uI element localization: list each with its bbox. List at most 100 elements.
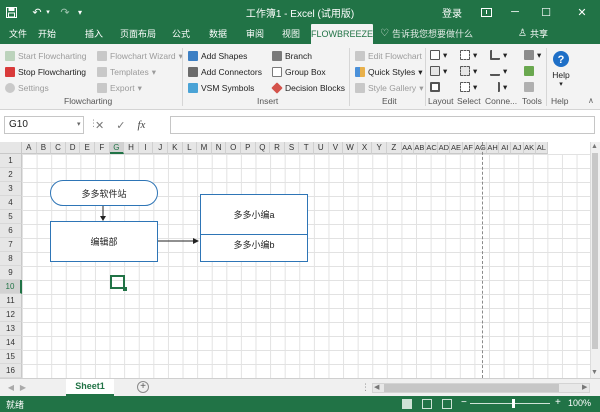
- sheet-tab-sheet1[interactable]: Sheet1: [66, 379, 114, 396]
- column-header-i[interactable]: I: [138, 142, 154, 154]
- column-header-ae[interactable]: AE: [450, 142, 463, 154]
- select-shapes-button[interactable]: ▾: [460, 64, 477, 78]
- column-header-e[interactable]: E: [80, 142, 95, 154]
- quick-styles-button[interactable]: Quick Styles ▾: [355, 65, 423, 79]
- column-header-ai[interactable]: AI: [499, 142, 512, 154]
- tab-flowbreeze[interactable]: FLOWBREEZE: [311, 24, 373, 44]
- undo-icon[interactable]: ↶: [30, 4, 44, 20]
- tab-home[interactable]: 开始: [33, 24, 61, 44]
- connector-arrow-right[interactable]: [158, 236, 201, 246]
- tab-data[interactable]: 数据: [204, 24, 232, 44]
- chevron-down-icon[interactable]: ▾: [77, 120, 81, 128]
- column-header-z[interactable]: Z: [387, 142, 402, 154]
- column-header-x[interactable]: X: [357, 142, 373, 154]
- row-header-16[interactable]: 16: [0, 364, 22, 378]
- zoom-slider-knob[interactable]: [512, 399, 515, 408]
- stop-flowcharting-button[interactable]: Stop Flowcharting: [5, 65, 86, 79]
- help-button[interactable]: ? Help ▾: [550, 50, 572, 88]
- vsm-symbols-button[interactable]: VSM Symbols: [188, 81, 254, 95]
- column-header-b[interactable]: B: [36, 142, 52, 154]
- tools-button-1[interactable]: ▾: [524, 48, 541, 62]
- scroll-up-icon[interactable]: ▲: [591, 143, 598, 150]
- tab-insert[interactable]: 插入: [80, 24, 108, 44]
- prev-sheet-icon[interactable]: ◀: [6, 382, 16, 393]
- style-gallery-button[interactable]: Style Gallery ▾: [355, 81, 423, 95]
- tab-view[interactable]: 视图: [277, 24, 305, 44]
- ribbon-display-options-icon[interactable]: [474, 2, 498, 22]
- column-header-ad[interactable]: AD: [438, 142, 451, 154]
- scroll-down-icon[interactable]: ▼: [591, 369, 598, 376]
- tab-page-layout[interactable]: 页面布局: [117, 24, 159, 44]
- share-button[interactable]: ♙ 共享: [518, 26, 548, 42]
- column-header-s[interactable]: S: [284, 142, 300, 154]
- start-flowcharting-button[interactable]: Start Flowcharting: [5, 49, 87, 63]
- tab-review[interactable]: 审阅: [241, 24, 269, 44]
- row-header-14[interactable]: 14: [0, 336, 22, 350]
- column-header-y[interactable]: Y: [372, 142, 387, 154]
- select-connectors-button[interactable]: ▾: [460, 80, 477, 94]
- layout-align-button[interactable]: ▾: [430, 48, 447, 62]
- add-sheet-icon[interactable]: +: [137, 381, 149, 393]
- column-header-w[interactable]: W: [343, 142, 358, 154]
- row-header-9[interactable]: 9: [0, 266, 22, 280]
- save-icon[interactable]: [4, 4, 18, 20]
- column-header-ab[interactable]: AB: [413, 142, 426, 154]
- row-header-2[interactable]: 2: [0, 168, 22, 182]
- column-header-u[interactable]: U: [314, 142, 329, 154]
- minimize-icon[interactable]: ─: [503, 2, 527, 22]
- column-header-ag[interactable]: AG: [474, 142, 487, 154]
- column-header-ak[interactable]: AK: [523, 142, 536, 154]
- row-header-15[interactable]: 15: [0, 350, 22, 364]
- cancel-icon[interactable]: ✕: [95, 119, 104, 132]
- row-header-11[interactable]: 11: [0, 294, 22, 308]
- flowchart-box-top[interactable]: 多多小编a: [200, 194, 308, 235]
- connector-type-button[interactable]: ▾: [490, 48, 507, 62]
- column-header-c[interactable]: C: [51, 142, 66, 154]
- flowchart-box-bottom[interactable]: 多多小编b: [200, 234, 308, 262]
- row-header-1[interactable]: 1: [0, 154, 22, 168]
- settings-button[interactable]: Settings: [5, 81, 49, 95]
- layout-distribute-button[interactable]: ▾: [430, 64, 447, 78]
- column-header-j[interactable]: J: [153, 142, 168, 154]
- zoom-slider[interactable]: [470, 403, 550, 404]
- enter-icon[interactable]: ✓: [116, 119, 125, 132]
- tell-me-search[interactable]: ♡ 告诉我您想要做什么: [380, 24, 473, 44]
- flowchart-process-box[interactable]: 编辑部: [50, 221, 158, 262]
- row-header-7[interactable]: 7: [0, 238, 22, 252]
- flowchart-start-terminator[interactable]: 多多软件站: [50, 180, 158, 206]
- tab-file[interactable]: 文件: [4, 24, 32, 44]
- column-header-p[interactable]: P: [241, 142, 256, 154]
- close-icon[interactable]: ✕: [570, 2, 594, 22]
- maximize-icon[interactable]: ☐: [534, 2, 558, 22]
- vertical-scroll-thumb[interactable]: [592, 153, 598, 349]
- column-header-q[interactable]: Q: [255, 142, 271, 154]
- templates-button[interactable]: Templates ▾: [97, 65, 156, 79]
- group-box-button[interactable]: Group Box: [272, 65, 326, 79]
- horizontal-scroll-thumb[interactable]: [384, 384, 559, 392]
- row-header-10[interactable]: 10: [0, 280, 22, 294]
- column-header-al[interactable]: AL: [535, 142, 548, 154]
- row-header-4[interactable]: 4: [0, 196, 22, 210]
- decision-blocks-button[interactable]: Decision Blocks: [271, 81, 345, 95]
- branch-button[interactable]: Branch: [272, 49, 312, 63]
- column-header-v[interactable]: V: [328, 142, 344, 154]
- connector-arrow-down[interactable]: [98, 206, 108, 222]
- row-header-12[interactable]: 12: [0, 308, 22, 322]
- scroll-left-icon[interactable]: ◀: [374, 383, 379, 391]
- add-shapes-button[interactable]: Add Shapes: [188, 49, 247, 63]
- column-header-o[interactable]: O: [226, 142, 241, 154]
- column-header-ac[interactable]: AC: [426, 142, 439, 154]
- select-all-button[interactable]: ▾: [460, 48, 477, 62]
- column-header-t[interactable]: T: [299, 142, 314, 154]
- layout-size-button[interactable]: [430, 80, 440, 94]
- export-button[interactable]: Export ▾: [97, 81, 142, 95]
- login-link[interactable]: 登录: [442, 5, 462, 20]
- column-header-m[interactable]: M: [197, 142, 212, 154]
- page-break-view-icon[interactable]: [442, 399, 452, 409]
- tab-formulas[interactable]: 公式: [167, 24, 195, 44]
- column-header-n[interactable]: N: [211, 142, 227, 154]
- undo-dropdown-icon[interactable]: ▾: [44, 4, 52, 20]
- column-header-r[interactable]: R: [270, 142, 285, 154]
- scroll-right-icon[interactable]: ▶: [582, 383, 587, 391]
- page-layout-view-icon[interactable]: [422, 399, 432, 409]
